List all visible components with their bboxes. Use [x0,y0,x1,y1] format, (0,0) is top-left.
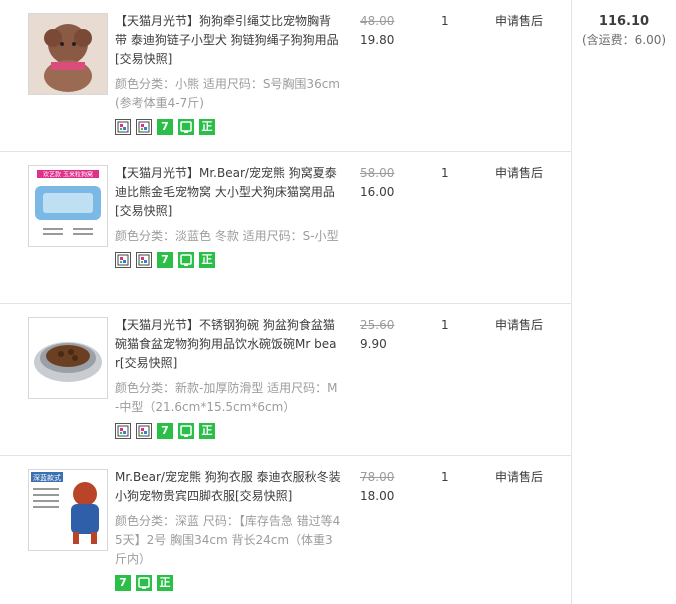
authentic-icon[interactable]: 正 [199,423,215,439]
dog-harness-photo-icon [29,14,107,94]
authentic-icon[interactable]: 正 [157,575,173,591]
sku-info: 颜色分类：淡蓝色 冬款 适用尺码：S-小型 [115,229,339,243]
snapshot-icon[interactable] [136,252,152,268]
order-item: 【天猫月光节】不锈钢狗碗 狗盆狗食盆猫碗猫食盆宠物狗狗用品饮水碗饭碗Mr bea… [0,304,571,456]
seven-day-return-icon[interactable]: 7 [157,119,173,135]
pet-bed-photo-icon: 欢艺款 玉米粒狗窝 [29,166,107,246]
product-thumbnail[interactable]: 欢艺款 玉米粒狗窝 [28,165,108,247]
order-total-column: 116.10 (含运费：6.00) [572,0,676,604]
sku-info: 颜色分类：新款-加厚防滑型 适用尺码：M-中型（21.6cm*15.5cm*6c… [115,381,338,414]
after-sale-link[interactable]: 申请售后 [495,468,543,487]
product-title-link[interactable]: Mr.Bear/宠宠熊 狗狗衣服 泰迪衣服秋冬装小狗宠物贵宾四脚衣服[交易快照] [115,470,341,503]
guarantee-icon[interactable] [178,423,194,439]
original-price: 48.00 [360,14,395,28]
unit-price: 9.90 [360,337,387,351]
order-item: 深蓝款式 Mr.Bear/宠宠熊 狗狗衣服 泰迪衣服秋冬装小狗宠物贵宾四脚衣服[… [0,456,571,604]
quantity: 1 [441,166,449,180]
unit-price: 19.80 [360,33,395,47]
order-panel: 【天猫月光节】狗狗牵引绳艾比宠物胸背带 泰迪狗链子小型犬 狗链狗绳子狗狗用品[交… [0,0,676,604]
order-total-amount: 116.10 [598,14,650,29]
authentic-icon[interactable]: 正 [199,119,215,135]
snapshot-icon[interactable] [115,252,131,268]
product-thumbnail[interactable] [28,13,108,95]
dog-bowl-photo-icon [29,318,107,398]
after-sale-link[interactable]: 申请售后 [495,12,543,31]
product-title-link[interactable]: 【天猫月光节】Mr.Bear/宠宠熊 狗窝夏泰迪比熊金毛宠物窝 大小型犬狗床猫窝… [115,166,337,218]
seven-day-return-icon[interactable]: 7 [157,252,173,268]
guarantee-icon[interactable] [178,252,194,268]
order-item: 欢艺款 玉米粒狗窝 【天猫月光节】Mr.Bear/宠宠熊 狗窝夏泰迪比熊金毛宠物… [0,152,571,304]
unit-price: 18.00 [360,489,395,503]
quantity: 1 [441,14,449,28]
service-badges: 7正 [115,252,341,270]
original-price: 58.00 [360,166,395,180]
seven-day-return-icon[interactable]: 7 [157,423,173,439]
original-price: 25.60 [360,318,395,332]
svg-text:欢艺款 玉米粒狗窝: 欢艺款 玉米粒狗窝 [43,171,93,179]
snapshot-icon[interactable] [115,423,131,439]
dog-clothes-photo-icon: 深蓝款式 [29,470,107,550]
unit-price: 16.00 [360,185,395,199]
quantity: 1 [441,318,449,332]
sku-info: 颜色分类：小熊 适用尺码：S号胸围36cm(参考体重4-7斤) [115,77,340,110]
service-badges: 7正 [115,119,341,137]
guarantee-icon[interactable] [136,575,152,591]
product-title-link[interactable]: 【天猫月光节】不锈钢狗碗 狗盆狗食盆猫碗猫食盆宠物狗狗用品饮水碗饭碗Mr bea… [115,318,336,370]
snapshot-icon[interactable] [136,119,152,135]
after-sale-link[interactable]: 申请售后 [495,316,543,335]
guarantee-icon[interactable] [178,119,194,135]
quantity: 1 [441,470,449,484]
snapshot-icon[interactable] [115,119,131,135]
service-badges: 7正 [115,423,341,441]
product-title-link[interactable]: 【天猫月光节】狗狗牵引绳艾比宠物胸背带 泰迪狗链子小型犬 狗链狗绳子狗狗用品[交… [115,14,339,66]
order-item: 【天猫月光节】狗狗牵引绳艾比宠物胸背带 泰迪狗链子小型犬 狗链狗绳子狗狗用品[交… [0,0,571,152]
seven-day-return-icon[interactable]: 7 [115,575,131,591]
order-items-column: 【天猫月光节】狗狗牵引绳艾比宠物胸背带 泰迪狗链子小型犬 狗链狗绳子狗狗用品[交… [0,0,572,604]
product-thumbnail[interactable] [28,317,108,399]
original-price: 78.00 [360,470,395,484]
shipping-note: (含运费：6.00) [581,33,667,47]
svg-text:深蓝款式: 深蓝款式 [33,473,61,482]
product-thumbnail[interactable]: 深蓝款式 [28,469,108,551]
sku-info: 颜色分类：深蓝 尺码：【库存告急 错过等45天】2号 胸围34cm 背长24cm… [115,514,341,566]
after-sale-link[interactable]: 申请售后 [495,164,543,183]
service-badges: 7正 [115,575,341,593]
snapshot-icon[interactable] [136,423,152,439]
authentic-icon[interactable]: 正 [199,252,215,268]
